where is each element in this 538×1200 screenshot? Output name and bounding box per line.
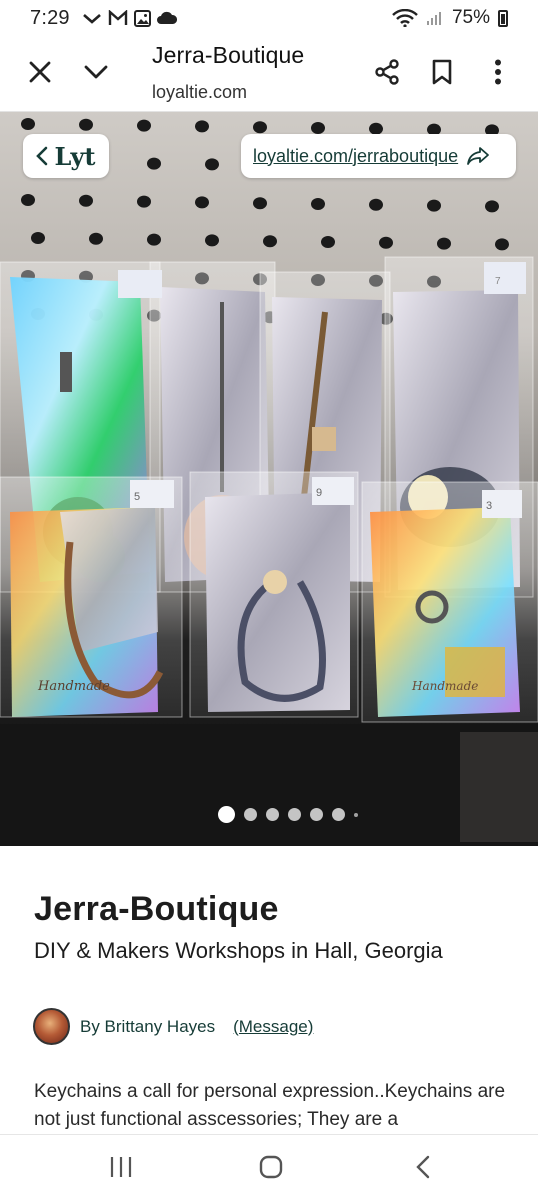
card-text-handmade-1: Handmade [37,679,110,694]
page-domain: loyaltie.com [152,82,248,102]
cast-icon [82,14,101,24]
price-tag-1: 7 [495,276,501,287]
gmail-icon [108,10,127,25]
recents-button[interactable] [98,1149,144,1185]
page-subtitle: DIY & Makers Workshops in Hall, Georgia [34,938,443,963]
author-name[interactable]: By Brittany Hayes [80,1017,215,1037]
price-tag-4: 3 [486,500,492,512]
price-tag-3: 9 [316,487,322,499]
carousel-dot-2[interactable] [244,808,257,821]
carousel-dot-3[interactable] [266,808,279,821]
share-icon [375,59,399,85]
back-icon [416,1155,430,1179]
back-button[interactable] [400,1149,446,1185]
status-time: 7:29 [30,6,70,29]
gallery-icon [133,9,151,27]
status-bar: 7:29 75% [0,0,538,36]
chevron-down-icon [84,65,108,79]
more-options-button[interactable] [478,52,518,92]
carousel-dot-1[interactable] [218,806,235,823]
browser-header: Jerra-Boutique loyaltie.com [0,36,538,112]
cloud-icon [156,11,177,24]
notification-icons [82,9,177,27]
carousel-indicator[interactable] [218,806,358,823]
chevron-left-icon [36,146,48,166]
bookmark-icon [432,59,452,85]
card-text-handmade-2: Handmade [411,679,478,693]
share-arrow-icon [467,147,490,165]
business-details: Jerra-Boutique DIY & Makers Workshops in… [0,846,538,1134]
navigation-bar [0,1134,538,1200]
carousel-dot-6[interactable] [332,808,345,821]
close-button[interactable] [20,52,60,92]
battery-percent: 75% [451,7,490,28]
wifi-icon [392,9,418,27]
lyt-back-button[interactable]: Lyt [23,134,109,178]
message-link[interactable]: (Message) [233,1017,313,1037]
page-title: Jerra-Boutique [34,890,279,928]
carousel-dot-4[interactable] [288,808,301,821]
more-vertical-icon [495,59,501,85]
battery-icon [498,9,508,27]
close-icon [29,61,51,83]
minimize-button[interactable] [76,52,116,92]
hero-image[interactable]: 7 Handmade 5 9 Handmade 3 Lyt loyaltie.c… [0,112,538,846]
author-row: By Brittany Hayes (Message) [33,1008,313,1045]
share-button[interactable] [367,52,407,92]
avatar[interactable] [33,1008,70,1045]
description-text: Keychains a call for personal expression… [34,1081,506,1130]
carousel-dot-more [354,812,358,817]
price-tag-2: 5 [134,491,140,503]
home-button[interactable] [248,1149,294,1185]
recents-icon [110,1157,132,1177]
signal-icon [426,12,441,25]
status-left: 7:29 [30,7,177,30]
home-icon [259,1155,283,1179]
profile-link-text: loyaltie.com/jerraboutique [253,145,459,166]
carousel-dot-5[interactable] [310,808,323,821]
page-header-title: Jerra-Boutique [152,42,305,68]
status-right: 75% [392,7,508,29]
keychain-packages-photo: 7 Handmade 5 9 Handmade 3 [0,256,538,846]
lyt-logo-text: Lyt [54,141,96,171]
loyaltie-profile-link[interactable]: loyaltie.com/jerraboutique [241,134,516,178]
bookmark-button[interactable] [422,52,462,92]
